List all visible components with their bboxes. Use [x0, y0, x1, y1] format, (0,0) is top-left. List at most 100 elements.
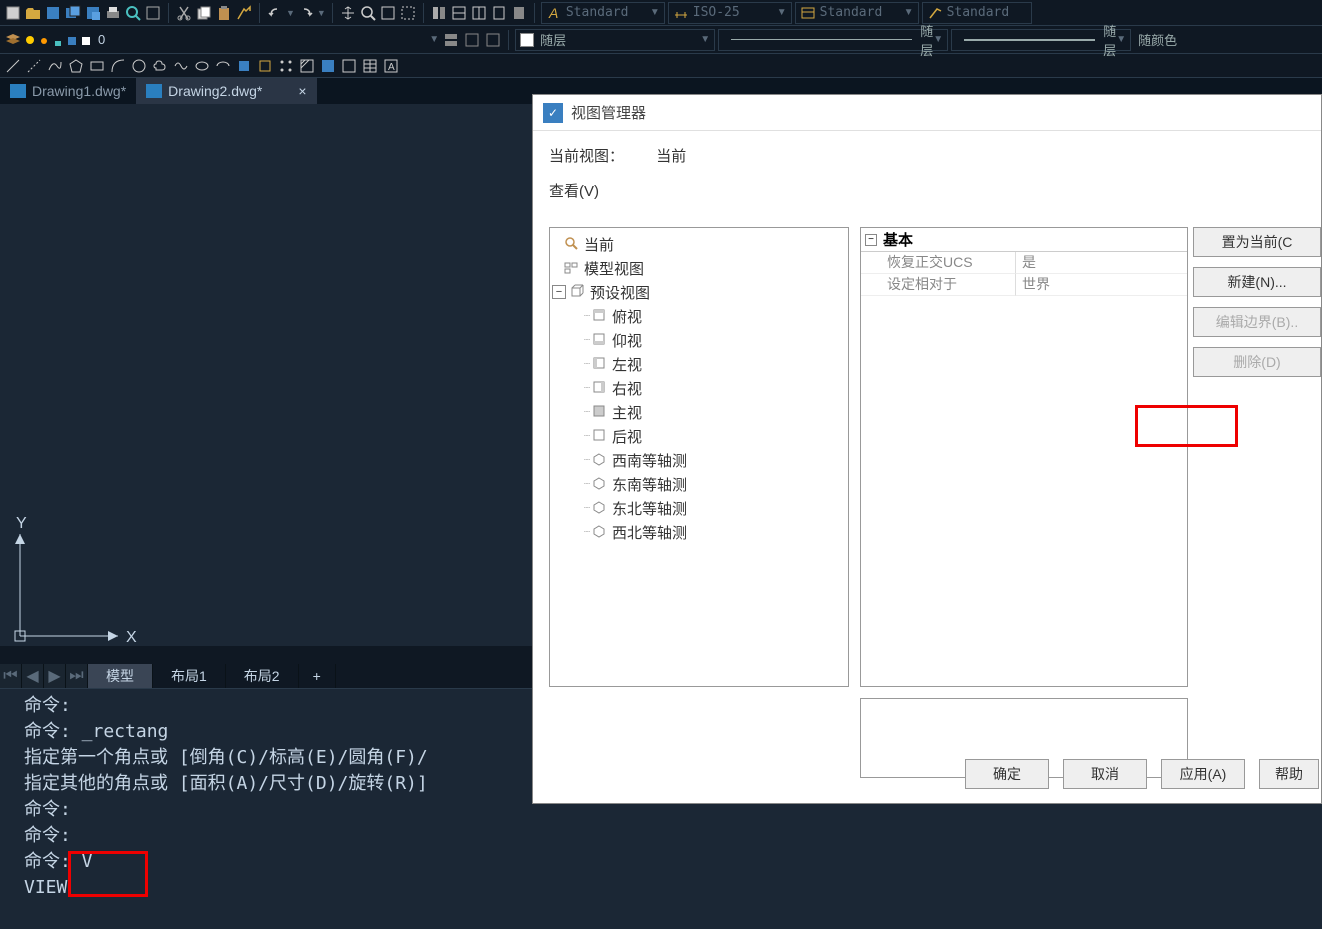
print-icon[interactable] [104, 4, 122, 22]
tree-preset-views[interactable]: − 预设视图 [550, 280, 848, 304]
paste-icon[interactable] [215, 4, 233, 22]
layer-iso-icon[interactable] [463, 31, 481, 49]
props-icon[interactable] [430, 4, 448, 22]
region-tool-icon[interactable] [340, 57, 358, 75]
delete-button[interactable]: 删除(D) [1193, 347, 1321, 377]
match-icon[interactable] [235, 4, 253, 22]
tree-model-views[interactable]: 模型视图 [550, 256, 848, 280]
tree-current[interactable]: 当前 [550, 232, 848, 256]
view-iso-icon [592, 476, 608, 492]
doc-tab-1[interactable]: Drawing1.dwg* [0, 78, 136, 104]
color-combo[interactable]: 随层 ▼ [515, 29, 715, 51]
mtext-tool-icon[interactable]: A [382, 57, 400, 75]
undo-icon[interactable] [266, 4, 284, 22]
cancel-button[interactable]: 取消 [1063, 759, 1147, 789]
layer-states-icon[interactable] [442, 31, 460, 49]
layout-tab-add[interactable]: + [299, 664, 336, 688]
close-icon[interactable]: × [298, 83, 306, 99]
zoom-icon[interactable] [359, 4, 377, 22]
point-tool-icon[interactable] [277, 57, 295, 75]
layer-props-icon[interactable] [4, 31, 22, 49]
polygon-tool-icon[interactable] [67, 57, 85, 75]
new-icon[interactable] [4, 4, 22, 22]
tree-bottom[interactable]: ┈仰视 [550, 328, 848, 352]
text-style-combo[interactable]: A Standard ▼ [541, 2, 665, 24]
tree-top[interactable]: ┈俯视 [550, 304, 848, 328]
next-icon[interactable]: ▶ [44, 664, 66, 688]
last-icon[interactable]: ⏭ [66, 664, 88, 688]
preview-icon[interactable] [124, 4, 142, 22]
edit-bounds-button[interactable]: 编辑边界(B).. [1193, 307, 1321, 337]
tree-right[interactable]: ┈右视 [550, 376, 848, 400]
apply-button[interactable]: 应用(A) [1161, 759, 1245, 789]
tree-nw-iso[interactable]: ┈西北等轴测 [550, 520, 848, 544]
hatch-tool-icon[interactable] [298, 57, 316, 75]
tool-palette-icon[interactable] [470, 4, 488, 22]
dropdown-icon[interactable]: ▼ [429, 34, 439, 45]
sheet-set-icon[interactable] [490, 4, 508, 22]
set-current-button[interactable]: 置为当前(C [1193, 227, 1321, 257]
tree-left[interactable]: ┈左视 [550, 352, 848, 376]
open-icon[interactable] [24, 4, 42, 22]
zoom-win-icon[interactable] [379, 4, 397, 22]
saveas-icon[interactable] [64, 4, 82, 22]
redo-icon[interactable] [297, 4, 315, 22]
spline-tool-icon[interactable] [172, 57, 190, 75]
table-style-combo[interactable]: Standard ▼ [795, 2, 919, 24]
tree-ne-iso[interactable]: ┈东北等轴测 [550, 496, 848, 520]
layout-tab-2[interactable]: 布局2 [226, 664, 299, 688]
layout-tab-1[interactable]: 布局1 [153, 664, 226, 688]
block-tool-icon[interactable] [235, 57, 253, 75]
find-icon[interactable] [144, 4, 162, 22]
gradient-tool-icon[interactable] [319, 57, 337, 75]
dialog-title: 视图管理器 [571, 102, 646, 123]
cut-icon[interactable] [175, 4, 193, 22]
copy-icon[interactable] [195, 4, 213, 22]
saveall-icon[interactable] [84, 4, 102, 22]
ray-tool-icon[interactable] [25, 57, 43, 75]
view-tree[interactable]: 当前 模型视图 − 预设视图 ┈俯视 ┈仰视 ┈左视 ┈右视 ┈主视 ┈后视 ┈… [549, 227, 849, 687]
tree-back[interactable]: ┈后视 [550, 424, 848, 448]
sun-icon[interactable] [38, 34, 50, 46]
bulb-icon[interactable] [24, 34, 36, 46]
color-icon[interactable] [80, 34, 92, 46]
view-top-icon [592, 308, 608, 324]
pad-icon[interactable] [66, 34, 78, 46]
rect-tool-icon[interactable] [88, 57, 106, 75]
circle-tool-icon[interactable] [130, 57, 148, 75]
collapse-icon[interactable]: − [865, 234, 877, 246]
tree-se-iso[interactable]: ┈东南等轴测 [550, 472, 848, 496]
plotcolor-combo[interactable]: 随颜色 [1134, 29, 1194, 51]
doc-tab-2[interactable]: Drawing2.dwg* × [136, 78, 316, 104]
dim-style-combo[interactable]: ISO-25 ▼ [668, 2, 792, 24]
table-tool-icon[interactable] [361, 57, 379, 75]
cloud-tool-icon[interactable] [151, 57, 169, 75]
zoom-prev-icon[interactable] [399, 4, 417, 22]
calc-icon[interactable] [510, 4, 528, 22]
layer-match-icon[interactable] [484, 31, 502, 49]
lineweight-combo[interactable]: 随层 ▼ [951, 29, 1131, 51]
ok-button[interactable]: 确定 [965, 759, 1049, 789]
tree-front[interactable]: ┈主视 [550, 400, 848, 424]
save-icon[interactable] [44, 4, 62, 22]
pan-icon[interactable] [339, 4, 357, 22]
new-button[interactable]: 新建(N)... [1193, 267, 1321, 297]
layout-tab-model[interactable]: 模型 [88, 664, 153, 688]
pline-tool-icon[interactable] [46, 57, 64, 75]
cmd-line: VIEW [6, 875, 1316, 898]
ellipse-tool-icon[interactable] [193, 57, 211, 75]
prev-icon[interactable]: ◀ [22, 664, 44, 688]
tree-sw-iso[interactable]: ┈西南等轴测 [550, 448, 848, 472]
arc-tool-icon[interactable] [109, 57, 127, 75]
line-tool-icon[interactable] [4, 57, 22, 75]
design-icon[interactable] [450, 4, 468, 22]
collapse-icon[interactable]: − [552, 285, 566, 299]
help-button[interactable]: 帮助 [1259, 759, 1319, 789]
insert-tool-icon[interactable] [256, 57, 274, 75]
ellipse-arc-tool-icon[interactable] [214, 57, 232, 75]
lock-icon[interactable] [52, 34, 64, 46]
first-icon[interactable]: ⏮ [0, 664, 22, 688]
multi-style-combo[interactable]: Standard [922, 2, 1032, 24]
prop-group-basic[interactable]: − 基本 [861, 228, 1187, 252]
linetype-combo[interactable]: 随层 ▼ [718, 29, 948, 51]
